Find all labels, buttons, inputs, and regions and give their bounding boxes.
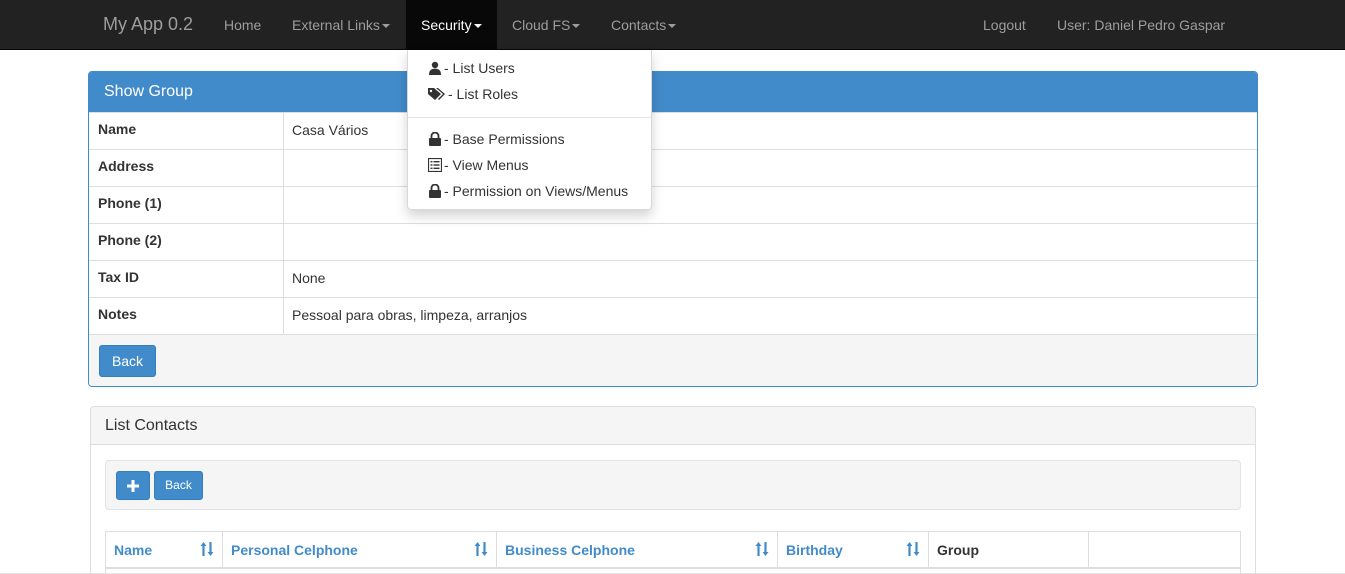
lock-icon [429, 132, 441, 146]
field-row-notes: Notes Pessoal para obras, limpeza, arran… [89, 297, 1257, 334]
field-label: Name [89, 113, 284, 149]
nav-home-label: Home [224, 17, 262, 33]
column-header-label: Group [937, 542, 979, 558]
back-button[interactable]: Back [99, 345, 156, 377]
caret-down-icon [381, 24, 390, 29]
nav-security-label: Security [421, 17, 472, 33]
column-header-label: Name [114, 542, 153, 558]
nav-user[interactable]: User: Daniel Pedro Gaspar [1057, 0, 1225, 50]
field-row-phone-2: Phone (2) [89, 223, 1257, 260]
column-header-personal-celphone[interactable]: Personal Celphone [223, 532, 497, 569]
plus-icon [127, 480, 139, 492]
top-navbar: My App 0.2 Home External Links Security … [0, 0, 1345, 50]
list-alt-icon [428, 158, 442, 172]
add-button[interactable] [116, 471, 150, 500]
nav-contacts[interactable]: Contacts [611, 0, 677, 50]
field-value: Pessoal para obras, limpeza, arranjos [292, 307, 528, 323]
menu-item-label: - List Roles [448, 86, 519, 102]
back-button[interactable]: Back [154, 471, 203, 500]
menu-item-label: - Permission on Views/Menus [444, 183, 629, 199]
caret-down-icon [668, 24, 677, 29]
menu-item-base-permissions[interactable]: - Base Permissions [428, 129, 565, 149]
field-row-name: Name Casa Vários [89, 112, 1257, 149]
contacts-table: Name Personal Celphone Business Celphone… [105, 531, 1241, 574]
panel-title: Show Group [89, 72, 1257, 112]
menu-item-label: - List Users [444, 60, 515, 76]
sort-icon [755, 542, 769, 556]
menu-item-label: - View Menus [444, 157, 529, 173]
menu-item-list-users[interactable]: - List Users [428, 58, 515, 78]
sort-icon [200, 542, 214, 556]
field-label: Address [89, 150, 284, 186]
panel-footer: Back [89, 334, 1257, 386]
column-header-label: Business Celphone [505, 542, 635, 558]
menu-item-view-menus[interactable]: - View Menus [428, 155, 529, 175]
column-header-business-celphone[interactable]: Business Celphone [497, 532, 778, 569]
nav-cloud-fs[interactable]: Cloud FS [512, 0, 581, 50]
nav-external-links-label: External Links [292, 17, 380, 33]
app-brand[interactable]: My App 0.2 [103, 14, 193, 35]
field-label: Phone (2) [89, 224, 284, 260]
user-icon [429, 61, 441, 75]
caret-down-icon [572, 24, 581, 29]
field-row-address: Address [89, 149, 1257, 186]
nav-security[interactable]: Security [406, 0, 497, 50]
security-dropdown-menu: - List Users - List Roles - Base Permiss… [407, 50, 652, 210]
field-label: Tax ID [89, 261, 284, 297]
nav-home[interactable]: Home [224, 0, 261, 50]
sort-icon [474, 542, 488, 556]
menu-item-permission-views-menus[interactable]: - Permission on Views/Menus [428, 181, 628, 201]
field-row-tax-id: Tax ID None [89, 260, 1257, 297]
field-label: Phone (1) [89, 187, 284, 223]
column-header-name[interactable]: Name [106, 532, 223, 569]
column-header-birthday[interactable]: Birthday [778, 532, 929, 569]
menu-item-list-roles[interactable]: - List Roles [428, 84, 518, 104]
column-header-actions [1089, 532, 1240, 569]
actions-toolbar: Back [105, 460, 1241, 510]
lock-icon [429, 184, 441, 198]
nav-cloud-fs-label: Cloud FS [512, 17, 571, 33]
list-contacts-panel: List Contacts Back Name Personal Celphon… [90, 406, 1256, 574]
column-header-label: Birthday [786, 542, 843, 558]
nav-logout[interactable]: Logout [983, 0, 1026, 50]
tags-icon [428, 88, 445, 100]
field-value: None [292, 270, 326, 286]
sort-icon [906, 542, 920, 556]
field-value: Casa Vários [292, 122, 369, 138]
field-row-phone-1: Phone (1) [89, 186, 1257, 223]
field-label: Notes [89, 298, 284, 334]
nav-contacts-label: Contacts [611, 17, 667, 33]
panel-title: List Contacts [91, 407, 1255, 445]
caret-down-icon [473, 24, 482, 29]
menu-item-label: - Base Permissions [444, 131, 565, 147]
nav-external-links[interactable]: External Links [292, 0, 390, 50]
column-header-label: Personal Celphone [231, 542, 358, 558]
menu-divider [408, 117, 651, 118]
column-header-group: Group [929, 532, 1089, 569]
show-group-panel: Show Group Name Casa Vários Address Phon… [88, 71, 1258, 387]
